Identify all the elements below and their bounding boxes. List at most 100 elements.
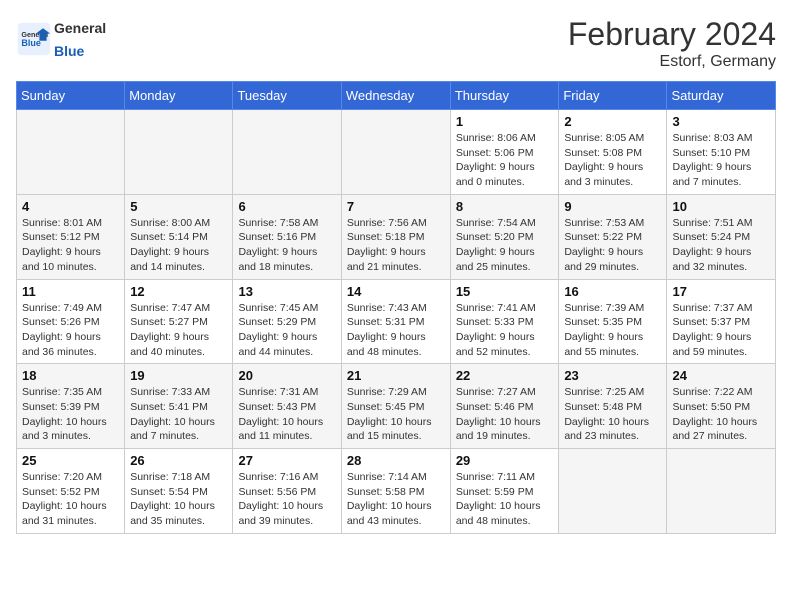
day-info: Sunrise: 7:39 AM Sunset: 5:35 PM Dayligh… [564,301,661,360]
day-number: 2 [564,114,661,129]
day-info: Sunrise: 7:20 AM Sunset: 5:52 PM Dayligh… [22,470,119,529]
day-number: 19 [130,368,227,383]
logo-icon: General Blue [16,21,52,57]
day-info: Sunrise: 7:25 AM Sunset: 5:48 PM Dayligh… [564,385,661,444]
calendar: SundayMondayTuesdayWednesdayThursdayFrid… [16,81,776,534]
calendar-cell: 8 Sunrise: 7:54 AM Sunset: 5:20 PM Daylig… [450,194,559,279]
calendar-cell: 28 Sunrise: 7:14 AM Sunset: 5:58 PM Dayli… [341,449,450,534]
calendar-cell: 2 Sunrise: 8:05 AM Sunset: 5:08 PM Daylig… [559,110,667,195]
day-info: Sunrise: 7:43 AM Sunset: 5:31 PM Dayligh… [347,301,445,360]
calendar-week-2: 4 Sunrise: 8:01 AM Sunset: 5:12 PM Daylig… [17,194,776,279]
day-number: 15 [456,284,554,299]
calendar-cell: 22 Sunrise: 7:27 AM Sunset: 5:46 PM Dayli… [450,364,559,449]
day-info: Sunrise: 7:53 AM Sunset: 5:22 PM Dayligh… [564,216,661,275]
calendar-cell [559,449,667,534]
calendar-cell: 20 Sunrise: 7:31 AM Sunset: 5:43 PM Dayli… [233,364,341,449]
day-info: Sunrise: 7:41 AM Sunset: 5:33 PM Dayligh… [456,301,554,360]
calendar-cell: 19 Sunrise: 7:33 AM Sunset: 5:41 PM Dayli… [125,364,233,449]
weekday-header-tuesday: Tuesday [233,82,341,110]
day-number: 18 [22,368,119,383]
day-info: Sunrise: 7:54 AM Sunset: 5:20 PM Dayligh… [456,216,554,275]
calendar-cell: 17Sunrise: 7:37 AM Sunset: 5:37 PM Dayli… [667,279,776,364]
calendar-cell: 3Sunrise: 8:03 AM Sunset: 5:10 PM Daylig… [667,110,776,195]
location: Estorf, Germany [568,53,776,71]
calendar-cell: 4 Sunrise: 8:01 AM Sunset: 5:12 PM Daylig… [17,194,125,279]
day-info: Sunrise: 7:18 AM Sunset: 5:54 PM Dayligh… [130,470,227,529]
calendar-cell: 25Sunrise: 7:20 AM Sunset: 5:52 PM Dayli… [17,449,125,534]
calendar-cell [341,110,450,195]
day-number: 3 [672,114,770,129]
day-info: Sunrise: 7:47 AM Sunset: 5:27 PM Dayligh… [130,301,227,360]
day-info: Sunrise: 7:58 AM Sunset: 5:16 PM Dayligh… [238,216,335,275]
day-number: 6 [238,199,335,214]
day-info: Sunrise: 8:01 AM Sunset: 5:12 PM Dayligh… [22,216,119,275]
calendar-header: SundayMondayTuesdayWednesdayThursdayFrid… [17,82,776,110]
day-number: 14 [347,284,445,299]
calendar-week-3: 11Sunrise: 7:49 AM Sunset: 5:26 PM Dayli… [17,279,776,364]
day-number: 10 [672,199,770,214]
day-info: Sunrise: 7:45 AM Sunset: 5:29 PM Dayligh… [238,301,335,360]
calendar-cell: 14 Sunrise: 7:43 AM Sunset: 5:31 PM Dayli… [341,279,450,364]
calendar-week-5: 25Sunrise: 7:20 AM Sunset: 5:52 PM Dayli… [17,449,776,534]
calendar-cell: 15 Sunrise: 7:41 AM Sunset: 5:33 PM Dayli… [450,279,559,364]
day-number: 22 [456,368,554,383]
day-number: 4 [22,199,119,214]
calendar-cell: 23 Sunrise: 7:25 AM Sunset: 5:48 PM Dayli… [559,364,667,449]
weekday-header-monday: Monday [125,82,233,110]
day-info: Sunrise: 7:11 AM Sunset: 5:59 PM Dayligh… [456,470,554,529]
logo-general: General [54,20,106,36]
svg-text:Blue: Blue [21,38,41,48]
day-number: 17 [672,284,770,299]
day-info: Sunrise: 7:16 AM Sunset: 5:56 PM Dayligh… [238,470,335,529]
day-info: Sunrise: 7:14 AM Sunset: 5:58 PM Dayligh… [347,470,445,529]
calendar-week-1: 1Sunrise: 8:06 AM Sunset: 5:06 PM Daylig… [17,110,776,195]
calendar-cell: 26Sunrise: 7:18 AM Sunset: 5:54 PM Dayli… [125,449,233,534]
day-number: 27 [238,453,335,468]
day-number: 13 [238,284,335,299]
day-info: Sunrise: 7:51 AM Sunset: 5:24 PM Dayligh… [672,216,770,275]
calendar-cell: 21 Sunrise: 7:29 AM Sunset: 5:45 PM Dayli… [341,364,450,449]
calendar-cell: 12Sunrise: 7:47 AM Sunset: 5:27 PM Dayli… [125,279,233,364]
day-info: Sunrise: 7:49 AM Sunset: 5:26 PM Dayligh… [22,301,119,360]
day-number: 7 [347,199,445,214]
calendar-cell: 1Sunrise: 8:06 AM Sunset: 5:06 PM Daylig… [450,110,559,195]
calendar-cell: 9 Sunrise: 7:53 AM Sunset: 5:22 PM Daylig… [559,194,667,279]
calendar-body: 1Sunrise: 8:06 AM Sunset: 5:06 PM Daylig… [17,110,776,534]
day-info: Sunrise: 7:29 AM Sunset: 5:45 PM Dayligh… [347,385,445,444]
weekday-header-thursday: Thursday [450,82,559,110]
weekday-header-saturday: Saturday [667,82,776,110]
day-number: 23 [564,368,661,383]
weekday-header-sunday: Sunday [17,82,125,110]
day-number: 5 [130,199,227,214]
title-area: February 2024 Estorf, Germany [568,16,776,71]
calendar-cell [233,110,341,195]
month-title: February 2024 [568,16,776,53]
calendar-cell [667,449,776,534]
calendar-cell: 11Sunrise: 7:49 AM Sunset: 5:26 PM Dayli… [17,279,125,364]
day-number: 28 [347,453,445,468]
calendar-cell: 16 Sunrise: 7:39 AM Sunset: 5:35 PM Dayli… [559,279,667,364]
calendar-cell [17,110,125,195]
calendar-cell: 24Sunrise: 7:22 AM Sunset: 5:50 PM Dayli… [667,364,776,449]
day-info: Sunrise: 7:33 AM Sunset: 5:41 PM Dayligh… [130,385,227,444]
day-number: 29 [456,453,554,468]
day-number: 8 [456,199,554,214]
calendar-cell: 10 Sunrise: 7:51 AM Sunset: 5:24 PM Dayli… [667,194,776,279]
day-info: Sunrise: 7:56 AM Sunset: 5:18 PM Dayligh… [347,216,445,275]
day-info: Sunrise: 7:22 AM Sunset: 5:50 PM Dayligh… [672,385,770,444]
day-info: Sunrise: 8:05 AM Sunset: 5:08 PM Dayligh… [564,131,661,190]
logo: General Blue General Blue [16,16,106,62]
day-info: Sunrise: 7:27 AM Sunset: 5:46 PM Dayligh… [456,385,554,444]
calendar-week-4: 18Sunrise: 7:35 AM Sunset: 5:39 PM Dayli… [17,364,776,449]
calendar-cell: 6 Sunrise: 7:58 AM Sunset: 5:16 PM Daylig… [233,194,341,279]
day-number: 20 [238,368,335,383]
header: General Blue General Blue February 2024 … [16,16,776,71]
calendar-cell [125,110,233,195]
day-number: 9 [564,199,661,214]
calendar-cell: 18Sunrise: 7:35 AM Sunset: 5:39 PM Dayli… [17,364,125,449]
day-info: Sunrise: 7:31 AM Sunset: 5:43 PM Dayligh… [238,385,335,444]
day-number: 1 [456,114,554,129]
day-number: 21 [347,368,445,383]
calendar-cell: 27 Sunrise: 7:16 AM Sunset: 5:56 PM Dayli… [233,449,341,534]
day-number: 16 [564,284,661,299]
